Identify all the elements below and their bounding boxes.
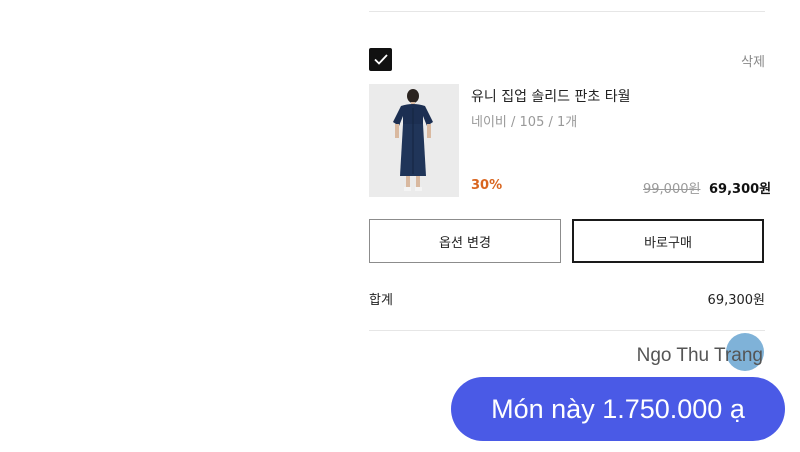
total-value: 69,300원 <box>707 293 765 308</box>
product-option: 네이비 / 105 / 1개 <box>471 115 578 130</box>
change-option-button[interactable]: 옵션 변경 <box>369 219 561 263</box>
final-price: 69,300원 <box>709 182 772 197</box>
chat-message-text: Món này 1.750.000 ạ <box>491 393 745 424</box>
discount-rate: 30% <box>471 178 503 193</box>
delete-button[interactable]: 삭제 <box>741 51 765 70</box>
total-divider <box>369 330 765 331</box>
original-price: 99,000원 <box>643 182 701 197</box>
buy-now-button[interactable]: 바로구매 <box>572 219 764 263</box>
item-select-checkbox[interactable] <box>369 48 392 71</box>
checkmark-icon <box>373 54 388 65</box>
total-label: 합계 <box>369 293 393 308</box>
product-name[interactable]: 유니 집업 솔리드 판초 타월 <box>471 86 630 106</box>
chat-sender-name: Ngo Thu Trang <box>636 345 763 366</box>
product-image[interactable] <box>369 84 459 197</box>
top-divider <box>369 11 765 12</box>
chat-message-bubble: Món này 1.750.000 ạ <box>451 377 785 441</box>
